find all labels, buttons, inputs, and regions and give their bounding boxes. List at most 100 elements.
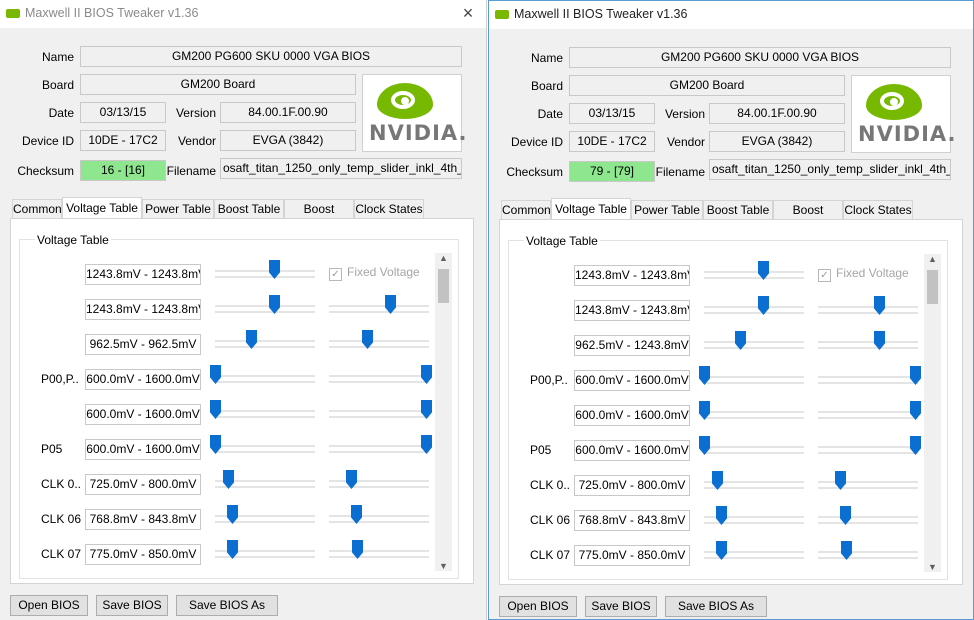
- voltage-range-field[interactable]: 600.0mV - 1600.0mV: [85, 404, 201, 425]
- voltage-max-slider[interactable]: [818, 296, 918, 317]
- board-field[interactable]: GM200 Board: [80, 74, 356, 95]
- voltage-range-field[interactable]: 775.0mV - 850.0mV: [85, 544, 201, 565]
- voltage-max-slider[interactable]: [329, 365, 432, 386]
- voltage-min-slider[interactable]: [215, 260, 315, 281]
- tab-power-table[interactable]: Power Table: [142, 199, 214, 218]
- tab-boost-table[interactable]: Boost Table: [214, 199, 284, 218]
- date-field[interactable]: 03/13/15: [80, 102, 166, 123]
- voltage-range-field[interactable]: 1243.8mV - 1243.8mV: [85, 299, 201, 320]
- open-bios-button[interactable]: Open BIOS: [499, 596, 577, 617]
- voltage-max-slider[interactable]: [818, 506, 918, 527]
- voltage-min-slider[interactable]: [704, 296, 804, 317]
- tab-common[interactable]: Common: [501, 200, 551, 219]
- voltage-range-field[interactable]: 1243.8mV - 1243.8mV: [574, 265, 690, 286]
- voltage-max-slider[interactable]: [818, 541, 918, 562]
- filename-field[interactable]: osaft_titan_1250_only_temp_slider_inkl_4…: [220, 158, 462, 179]
- scrollbar-thumb[interactable]: [927, 270, 938, 304]
- scroll-up-icon[interactable]: ▲: [924, 254, 941, 264]
- voltage-max-slider[interactable]: [329, 400, 432, 421]
- vendor-field[interactable]: EVGA (3842): [220, 130, 356, 151]
- voltage-min-slider[interactable]: [704, 506, 804, 527]
- voltage-max-slider[interactable]: [329, 540, 429, 561]
- save-bios-as-button[interactable]: Save BIOS As: [665, 596, 767, 617]
- tab-boost-states[interactable]: Boost States: [773, 200, 843, 235]
- scroll-down-icon[interactable]: ▼: [435, 561, 452, 571]
- version-field[interactable]: 84.00.1F.00.90: [220, 102, 356, 123]
- scroll-down-icon[interactable]: ▼: [924, 562, 941, 572]
- voltage-min-slider[interactable]: [699, 401, 804, 422]
- voltage-min-slider[interactable]: [210, 400, 315, 421]
- bios-tweaker-window-original[interactable]: Maxwell II BIOS Tweaker v1.36 × Name GM200 …: [0, 0, 487, 620]
- voltage-range-field[interactable]: 600.0mV - 1600.0mV: [574, 440, 690, 461]
- name-field[interactable]: GM200 PG600 SKU 0000 VGA BIOS: [569, 47, 951, 68]
- voltage-min-slider[interactable]: [704, 261, 804, 282]
- voltage-min-slider[interactable]: [704, 471, 804, 492]
- voltage-range-field[interactable]: 962.5mV - 1243.8mV: [574, 335, 690, 356]
- scrollbar-thumb[interactable]: [438, 269, 449, 303]
- voltage-range-field[interactable]: 600.0mV - 1600.0mV: [85, 439, 201, 460]
- filename-field[interactable]: osaft_titan_1250_only_temp_slider_inkl_4…: [709, 159, 951, 180]
- voltage-range-field[interactable]: 768.8mV - 843.8mV: [574, 510, 690, 531]
- voltage-min-slider[interactable]: [210, 365, 315, 386]
- voltage-min-slider[interactable]: [215, 470, 315, 491]
- tab-boost-states[interactable]: Boost States: [284, 199, 354, 234]
- date-field[interactable]: 03/13/15: [569, 103, 655, 124]
- voltage-range-field[interactable]: 962.5mV - 962.5mV: [85, 334, 201, 355]
- checksum-field[interactable]: 79 - [79]: [569, 161, 655, 182]
- voltage-min-slider[interactable]: [699, 436, 804, 457]
- voltage-range-field[interactable]: 1243.8mV - 1243.8mV: [574, 300, 690, 321]
- voltage-min-slider[interactable]: [210, 435, 315, 456]
- voltage-min-slider[interactable]: [215, 330, 315, 351]
- tab-voltage-table[interactable]: Voltage Table: [551, 198, 631, 220]
- voltage-min-slider[interactable]: [704, 331, 804, 352]
- tab-common[interactable]: Common: [12, 199, 62, 218]
- voltage-max-slider[interactable]: [818, 436, 921, 457]
- voltage-max-slider[interactable]: [329, 330, 429, 351]
- title-bar[interactable]: Maxwell II BIOS Tweaker v1.36: [489, 1, 973, 29]
- voltage-max-slider[interactable]: [818, 366, 921, 387]
- voltage-min-slider[interactable]: [215, 505, 315, 526]
- voltage-range-field[interactable]: 600.0mV - 1600.0mV: [574, 370, 690, 391]
- vendor-field[interactable]: EVGA (3842): [709, 131, 845, 152]
- name-field[interactable]: GM200 PG600 SKU 0000 VGA BIOS: [80, 46, 462, 67]
- voltage-max-slider[interactable]: [329, 505, 429, 526]
- voltage-range-field[interactable]: 1243.8mV - 1243.8mV: [85, 264, 201, 285]
- tab-boost-table[interactable]: Boost Table: [703, 200, 773, 219]
- voltage-max-slider[interactable]: [329, 295, 429, 316]
- voltage-max-slider[interactable]: [329, 470, 429, 491]
- scroll-up-icon[interactable]: ▲: [435, 253, 452, 263]
- title-bar[interactable]: Maxwell II BIOS Tweaker v1.36 ×: [0, 0, 486, 28]
- tab-clock-states[interactable]: Clock States: [354, 199, 424, 218]
- voltage-max-slider[interactable]: [818, 471, 918, 492]
- voltage-max-slider[interactable]: [329, 435, 432, 456]
- voltage-min-slider[interactable]: [215, 540, 315, 561]
- voltage-max-slider[interactable]: [818, 401, 921, 422]
- voltage-range-field[interactable]: 725.0mV - 800.0mV: [574, 475, 690, 496]
- voltage-min-slider[interactable]: [699, 366, 804, 387]
- voltage-range-field[interactable]: 600.0mV - 1600.0mV: [85, 369, 201, 390]
- save-bios-as-button[interactable]: Save BIOS As: [176, 595, 278, 616]
- save-bios-button[interactable]: Save BIOS: [96, 595, 168, 616]
- voltage-min-slider[interactable]: [704, 541, 804, 562]
- board-field[interactable]: GM200 Board: [569, 75, 845, 96]
- tab-clock-states[interactable]: Clock States: [843, 200, 913, 219]
- checksum-field[interactable]: 16 - [16]: [80, 160, 166, 181]
- vertical-scrollbar[interactable]: ▲ ▼: [924, 254, 941, 572]
- voltage-max-slider[interactable]: [818, 331, 918, 352]
- voltage-range-field[interactable]: 600.0mV - 1600.0mV: [574, 405, 690, 426]
- voltage-min-slider[interactable]: [215, 295, 315, 316]
- voltage-range-field[interactable]: 725.0mV - 800.0mV: [85, 474, 201, 495]
- version-field[interactable]: 84.00.1F.00.90: [709, 103, 845, 124]
- bios-tweaker-window-modified[interactable]: Maxwell II BIOS Tweaker v1.36 Name GM200 P…: [488, 0, 974, 620]
- fixed-voltage-checkbox[interactable]: ✓ Fixed Voltage: [329, 265, 420, 281]
- voltage-range-field[interactable]: 775.0mV - 850.0mV: [574, 545, 690, 566]
- device-id-field[interactable]: 10DE - 17C2: [569, 131, 655, 152]
- vertical-scrollbar[interactable]: ▲ ▼: [435, 253, 452, 571]
- save-bios-button[interactable]: Save BIOS: [585, 596, 657, 617]
- tab-voltage-table[interactable]: Voltage Table: [62, 197, 142, 219]
- fixed-voltage-checkbox[interactable]: ✓ Fixed Voltage: [818, 266, 909, 282]
- open-bios-button[interactable]: Open BIOS: [10, 595, 88, 616]
- device-id-field[interactable]: 10DE - 17C2: [80, 130, 166, 151]
- tab-power-table[interactable]: Power Table: [631, 200, 703, 219]
- voltage-range-field[interactable]: 768.8mV - 843.8mV: [85, 509, 201, 530]
